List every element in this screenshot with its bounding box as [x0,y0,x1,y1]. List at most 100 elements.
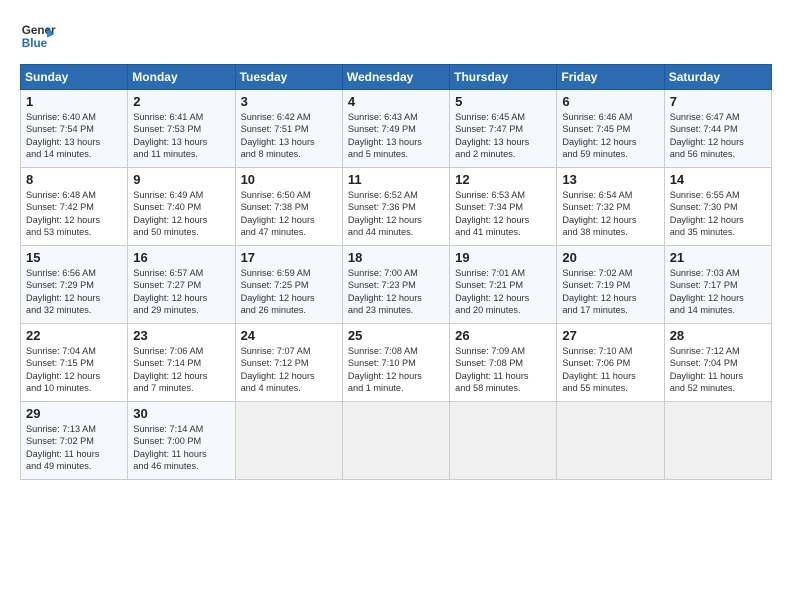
day-number: 23 [133,328,229,343]
day-info: Sunrise: 6:59 AM Sunset: 7:25 PM Dayligh… [241,267,337,317]
day-number: 26 [455,328,551,343]
day-number: 30 [133,406,229,421]
day-info: Sunrise: 7:09 AM Sunset: 7:08 PM Dayligh… [455,345,551,395]
day-info: Sunrise: 6:45 AM Sunset: 7:47 PM Dayligh… [455,111,551,161]
day-number: 29 [26,406,122,421]
calendar-cell: 26 Sunrise: 7:09 AM Sunset: 7:08 PM Dayli… [450,324,557,402]
day-info: Sunrise: 6:48 AM Sunset: 7:42 PM Dayligh… [26,189,122,239]
calendar-cell: 5 Sunrise: 6:45 AM Sunset: 7:47 PM Daylig… [450,90,557,168]
calendar-cell: 12Sunrise: 6:53 AM Sunset: 7:34 PM Dayli… [450,168,557,246]
header-day: Friday [557,65,664,90]
calendar-cell: 2 Sunrise: 6:41 AM Sunset: 7:53 PM Daylig… [128,90,235,168]
day-number: 18 [348,250,444,265]
calendar-cell [235,402,342,480]
calendar-cell: 19Sunrise: 7:01 AM Sunset: 7:21 PM Dayli… [450,246,557,324]
day-info: Sunrise: 7:08 AM Sunset: 7:10 PM Dayligh… [348,345,444,395]
calendar-cell: 16 Sunrise: 6:57 AM Sunset: 7:27 PM Dayli… [128,246,235,324]
day-info: Sunrise: 6:52 AM Sunset: 7:36 PM Dayligh… [348,189,444,239]
calendar-cell [557,402,664,480]
calendar-cell: 9 Sunrise: 6:49 AM Sunset: 7:40 PM Daylig… [128,168,235,246]
header-day: Wednesday [342,65,449,90]
day-number: 2 [133,94,229,109]
day-info: Sunrise: 7:10 AM Sunset: 7:06 PM Dayligh… [562,345,658,395]
day-info: Sunrise: 7:12 AM Sunset: 7:04 PM Dayligh… [670,345,766,395]
calendar-cell: 4 Sunrise: 6:43 AM Sunset: 7:49 PM Daylig… [342,90,449,168]
page-container: General Blue SundayMondayTuesdayWednesda… [0,0,792,490]
calendar-cell: 18 Sunrise: 7:00 AM Sunset: 7:23 PM Dayli… [342,246,449,324]
calendar-cell: 28 Sunrise: 7:12 AM Sunset: 7:04 PM Dayli… [664,324,771,402]
calendar-cell: 27 Sunrise: 7:10 AM Sunset: 7:06 PM Dayli… [557,324,664,402]
day-number: 24 [241,328,337,343]
calendar-cell [664,402,771,480]
header-row: SundayMondayTuesdayWednesdayThursdayFrid… [21,65,772,90]
day-number: 25 [348,328,444,343]
day-number: 5 [455,94,551,109]
day-number: 10 [241,172,337,187]
calendar-cell: 7 Sunrise: 6:47 AM Sunset: 7:44 PM Daylig… [664,90,771,168]
calendar-cell: 13 Sunrise: 6:54 AM Sunset: 7:32 PM Dayli… [557,168,664,246]
day-number: 9 [133,172,229,187]
calendar-table: SundayMondayTuesdayWednesdayThursdayFrid… [20,64,772,480]
day-number: 7 [670,94,766,109]
day-info: Sunrise: 7:06 AM Sunset: 7:14 PM Dayligh… [133,345,229,395]
calendar-cell: 17 Sunrise: 6:59 AM Sunset: 7:25 PM Dayli… [235,246,342,324]
calendar-cell: 10 Sunrise: 6:50 AM Sunset: 7:38 PM Dayli… [235,168,342,246]
day-number: 16 [133,250,229,265]
day-info: Sunrise: 7:02 AM Sunset: 7:19 PM Dayligh… [562,267,658,317]
day-info: Sunrise: 6:41 AM Sunset: 7:53 PM Dayligh… [133,111,229,161]
day-number: 20 [562,250,658,265]
header: General Blue [20,18,772,54]
day-number: 28 [670,328,766,343]
calendar-cell: 20 Sunrise: 7:02 AM Sunset: 7:19 PM Dayli… [557,246,664,324]
day-number: 19 [455,250,551,265]
day-info: Sunrise: 7:04 AM Sunset: 7:15 PM Dayligh… [26,345,122,395]
day-info: Sunrise: 7:03 AM Sunset: 7:17 PM Dayligh… [670,267,766,317]
day-number: 17 [241,250,337,265]
day-info: Sunrise: 7:13 AM Sunset: 7:02 PM Dayligh… [26,423,122,473]
calendar-cell: 29 Sunrise: 7:13 AM Sunset: 7:02 PM Dayli… [21,402,128,480]
day-info: Sunrise: 6:54 AM Sunset: 7:32 PM Dayligh… [562,189,658,239]
day-info: Sunrise: 6:57 AM Sunset: 7:27 PM Dayligh… [133,267,229,317]
day-info: Sunrise: 6:43 AM Sunset: 7:49 PM Dayligh… [348,111,444,161]
day-info: Sunrise: 6:53 AM Sunset: 7:34 PM Dayligh… [455,189,551,239]
calendar-week: 22 Sunrise: 7:04 AM Sunset: 7:15 PM Dayli… [21,324,772,402]
day-number: 27 [562,328,658,343]
day-info: Sunrise: 6:47 AM Sunset: 7:44 PM Dayligh… [670,111,766,161]
calendar-cell: 6 Sunrise: 6:46 AM Sunset: 7:45 PM Daylig… [557,90,664,168]
calendar-cell: 30 Sunrise: 7:14 AM Sunset: 7:00 PM Dayli… [128,402,235,480]
calendar-week: 1Sunrise: 6:40 AM Sunset: 7:54 PM Daylig… [21,90,772,168]
calendar-cell: 21Sunrise: 7:03 AM Sunset: 7:17 PM Dayli… [664,246,771,324]
day-info: Sunrise: 7:14 AM Sunset: 7:00 PM Dayligh… [133,423,229,473]
logo: General Blue [20,18,56,54]
day-info: Sunrise: 6:46 AM Sunset: 7:45 PM Dayligh… [562,111,658,161]
calendar-week: 15Sunrise: 6:56 AM Sunset: 7:29 PM Dayli… [21,246,772,324]
day-number: 13 [562,172,658,187]
logo-icon: General Blue [20,18,56,54]
day-number: 3 [241,94,337,109]
day-number: 8 [26,172,122,187]
day-info: Sunrise: 7:07 AM Sunset: 7:12 PM Dayligh… [241,345,337,395]
calendar-cell: 14 Sunrise: 6:55 AM Sunset: 7:30 PM Dayli… [664,168,771,246]
day-number: 4 [348,94,444,109]
day-number: 11 [348,172,444,187]
calendar-cell: 15Sunrise: 6:56 AM Sunset: 7:29 PM Dayli… [21,246,128,324]
day-number: 6 [562,94,658,109]
calendar-week: 8 Sunrise: 6:48 AM Sunset: 7:42 PM Daylig… [21,168,772,246]
calendar-cell: 24 Sunrise: 7:07 AM Sunset: 7:12 PM Dayli… [235,324,342,402]
day-number: 22 [26,328,122,343]
calendar-header: SundayMondayTuesdayWednesdayThursdayFrid… [21,65,772,90]
day-number: 14 [670,172,766,187]
header-day: Thursday [450,65,557,90]
calendar-cell: 22 Sunrise: 7:04 AM Sunset: 7:15 PM Dayli… [21,324,128,402]
header-day: Sunday [21,65,128,90]
header-day: Tuesday [235,65,342,90]
day-info: Sunrise: 6:49 AM Sunset: 7:40 PM Dayligh… [133,189,229,239]
day-info: Sunrise: 6:55 AM Sunset: 7:30 PM Dayligh… [670,189,766,239]
day-info: Sunrise: 7:00 AM Sunset: 7:23 PM Dayligh… [348,267,444,317]
calendar-cell [342,402,449,480]
day-number: 1 [26,94,122,109]
calendar-cell: 1Sunrise: 6:40 AM Sunset: 7:54 PM Daylig… [21,90,128,168]
header-day: Monday [128,65,235,90]
header-day: Saturday [664,65,771,90]
day-info: Sunrise: 6:50 AM Sunset: 7:38 PM Dayligh… [241,189,337,239]
